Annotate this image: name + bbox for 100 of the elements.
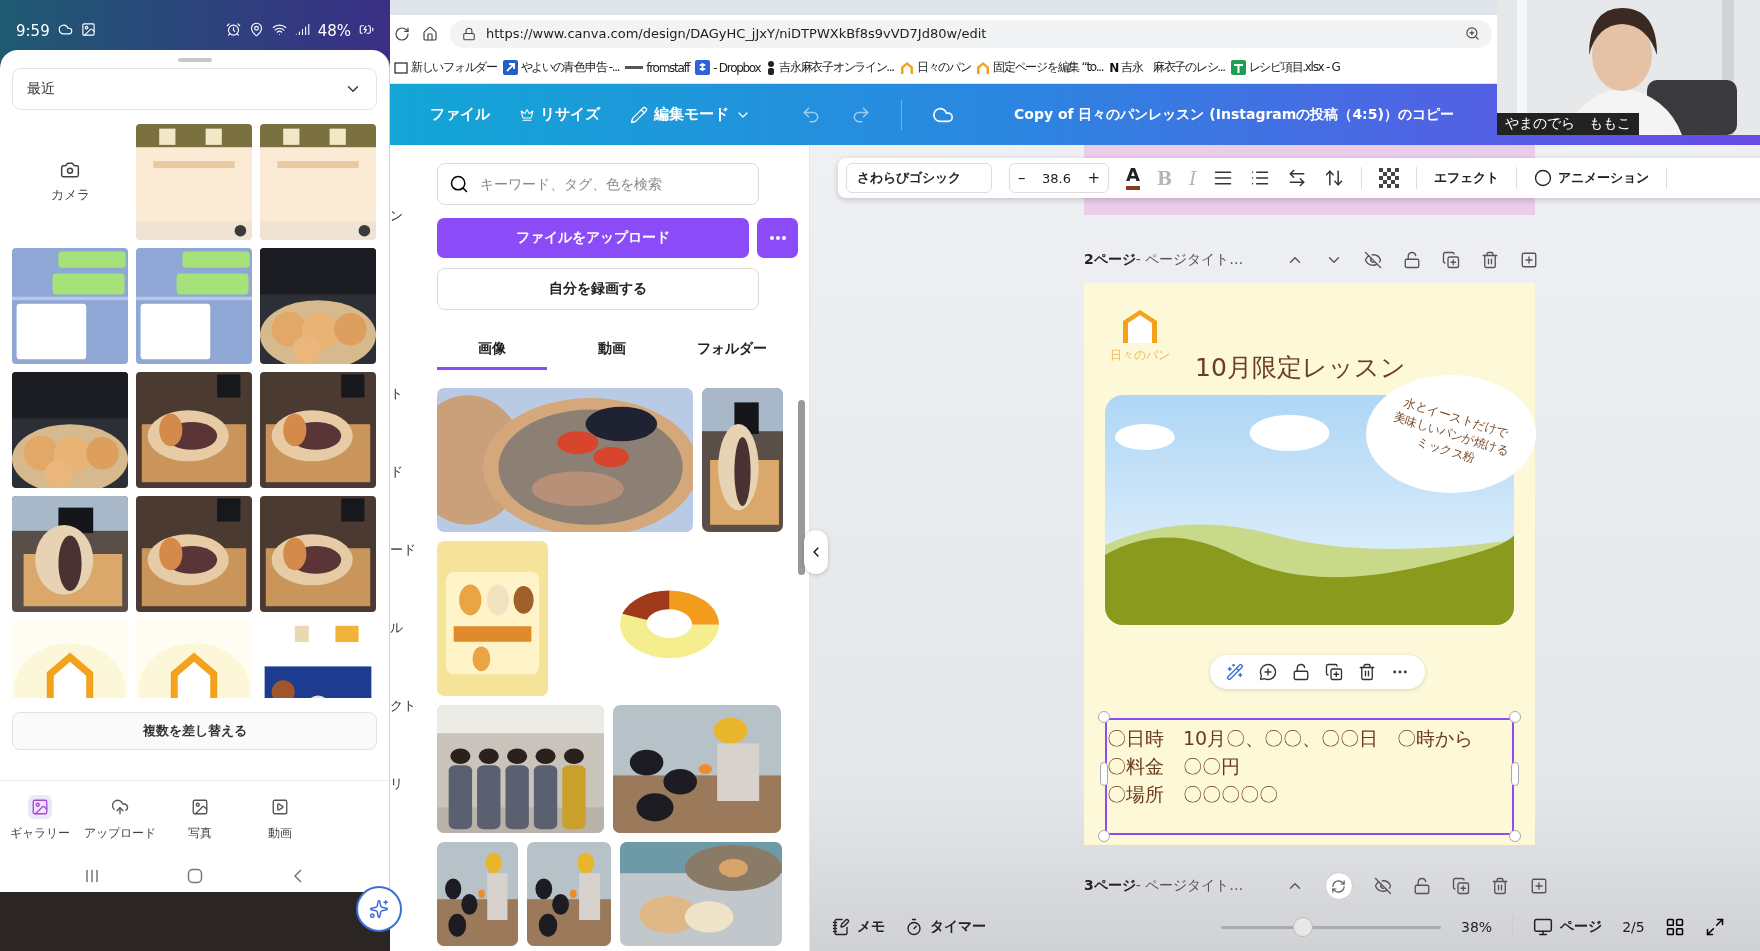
grid-view-icon[interactable] (1664, 917, 1685, 937)
home-icon[interactable] (186, 868, 203, 884)
hide-icon[interactable] (1363, 251, 1382, 269)
duplicate-icon[interactable] (1451, 877, 1470, 895)
trash-icon[interactable] (1358, 663, 1377, 681)
align-icon[interactable] (1213, 168, 1234, 188)
zoom-icon[interactable] (1465, 26, 1480, 41)
animation-icon (1534, 169, 1553, 187)
sidebar-label[interactable]: ル (390, 619, 420, 637)
trash-icon[interactable] (1490, 877, 1509, 895)
sidebar-label[interactable]: ト (390, 385, 420, 403)
bookmark-link[interactable]: 新しいフォルダー (394, 59, 497, 76)
page-title[interactable]: - ページタイト… (1135, 877, 1264, 895)
status-time: 9:59 (16, 22, 50, 40)
cloud-icon (57, 22, 73, 37)
nav-tab[interactable]: 写真 (160, 789, 240, 848)
sidebar-label[interactable]: ド (390, 463, 420, 481)
resize-handle[interactable] (1509, 711, 1521, 723)
bubble-text: 水とイーストだけで 美味しいパンが焼ける ミックス粉 (1390, 393, 1512, 468)
sidebar-label[interactable]: クト (390, 697, 420, 715)
timer-button[interactable]: タイマー (905, 918, 986, 936)
address-bar[interactable]: https://www.canva.com/design/DAGyHC_jJxY/niDTPWXkBf8s9vVD7Jd80w/edit (450, 19, 1492, 48)
bookmark-link[interactable]: N 吉永 麻衣子のレシ... (1109, 59, 1225, 76)
house-icon (976, 60, 991, 75)
gallery-icon (31, 798, 49, 816)
add-page-icon[interactable] (1529, 877, 1548, 895)
refresh-icon (1331, 878, 1347, 894)
bookmark-link[interactable]: 日々のパン (899, 59, 971, 76)
battery-percent: 48% (317, 22, 351, 40)
increase-button[interactable]: + (1087, 169, 1100, 187)
refresh-button[interactable] (1324, 872, 1353, 900)
slider-thumb[interactable] (1293, 917, 1313, 937)
media-tab[interactable]: 画像 (437, 330, 547, 370)
album-dropdown[interactable]: 最近 (12, 68, 377, 110)
resize-handle[interactable] (1100, 762, 1108, 786)
more-button[interactable] (757, 218, 798, 258)
duplicate-icon[interactable] (1441, 251, 1460, 269)
box-icon (695, 60, 711, 75)
more-icon (769, 236, 786, 240)
font-size[interactable]: 38.6 (1042, 170, 1071, 186)
effects-button[interactable]: エフェクト (1434, 169, 1500, 187)
reload-icon[interactable] (394, 25, 410, 42)
nav-tab[interactable]: 動画 (240, 789, 320, 848)
bookmark-link[interactable]: 固定ページを編集 “to... (976, 59, 1104, 76)
selected-text-box[interactable]: 〇日時 10月〇、〇〇、〇〇日 〇時から 〇料金 〇〇円 〇場所 〇〇〇〇〇 (1105, 718, 1514, 835)
search-field[interactable]: キーワード、タグ、色を検索 (437, 163, 759, 205)
pages-icon (1533, 917, 1554, 937)
detail-line: 〇場所 〇〇〇〇〇 (1107, 782, 1279, 807)
zoom-percent: 38% (1461, 919, 1493, 935)
bookmark-link[interactable]: fromstaff (625, 60, 690, 75)
transparency-icon[interactable] (1379, 168, 1400, 188)
sidebar-label[interactable]: ン (390, 207, 420, 225)
zoom-slider[interactable] (1221, 917, 1441, 937)
bookmark-link[interactable]: やよいの青色申告 -... (502, 59, 620, 76)
bookmark-link[interactable]: 吉永麻衣子オンライン... (766, 59, 894, 76)
bookmark-link[interactable]: - Dropbox (695, 60, 761, 75)
pages-button[interactable]: ページ (1533, 917, 1603, 937)
decrease-button[interactable]: – (1018, 169, 1026, 187)
font-dropdown[interactable]: さわらびゴシック (846, 163, 992, 193)
lock-icon[interactable] (1412, 877, 1431, 895)
fullscreen-icon[interactable] (1704, 917, 1725, 937)
trash-icon[interactable] (1480, 251, 1499, 269)
page-title[interactable]: - ページタイト… (1135, 251, 1264, 269)
resize-handle[interactable] (1098, 830, 1110, 842)
magic-edit-icon[interactable] (1225, 663, 1244, 681)
add-page-icon[interactable] (1519, 251, 1538, 269)
house-icon (899, 60, 914, 75)
lock-icon[interactable] (1402, 251, 1421, 269)
text-color-button[interactable]: A (1126, 166, 1140, 190)
notes-icon (832, 918, 850, 936)
media-tab[interactable]: フォルダー (677, 330, 787, 370)
recent-apps-icon[interactable] (83, 868, 100, 884)
house-logo (1121, 309, 1159, 343)
lock-icon[interactable] (1291, 663, 1310, 681)
font-size-stepper[interactable]: – 38.6 + (1009, 163, 1109, 193)
image-icon (80, 22, 96, 37)
duplicate-icon[interactable] (1325, 663, 1344, 681)
replace-multiple-button[interactable]: 複数を差し替える (12, 712, 377, 750)
comment-icon[interactable] (1258, 663, 1277, 681)
resize-handle[interactable] (1511, 762, 1519, 786)
notes-button[interactable]: メモ (832, 918, 885, 936)
scrollbar[interactable] (798, 400, 805, 575)
upload-file-button[interactable]: ファイルをアップロード (437, 218, 749, 258)
line-height-icon[interactable] (1324, 168, 1345, 188)
media-tab[interactable]: 動画 (557, 330, 667, 370)
bookmark-link[interactable]: レシピ項目.xlsx - G (1230, 59, 1340, 76)
resize-handle[interactable] (1098, 711, 1110, 723)
record-yourself-button[interactable]: 自分を録画する (437, 268, 759, 310)
resize-handle[interactable] (1509, 830, 1521, 842)
nav-tab[interactable]: ギャラリー (0, 789, 80, 848)
sparkle-icon (369, 899, 389, 919)
sidebar-label[interactable]: ード (390, 541, 420, 559)
collapse-panel-button[interactable] (804, 530, 828, 574)
sidebar-label[interactable]: リ (390, 775, 420, 793)
animation-button[interactable]: アニメーション (1534, 169, 1650, 187)
list-icon[interactable] (1250, 168, 1271, 188)
document-title[interactable]: Copy of 日々のパンレッスン (Instagramの投稿（4:5)）のコピー (1014, 105, 1454, 124)
home-icon[interactable] (422, 25, 438, 42)
hide-icon[interactable] (1373, 877, 1392, 895)
nav-tab[interactable]: アップロード (80, 789, 160, 848)
